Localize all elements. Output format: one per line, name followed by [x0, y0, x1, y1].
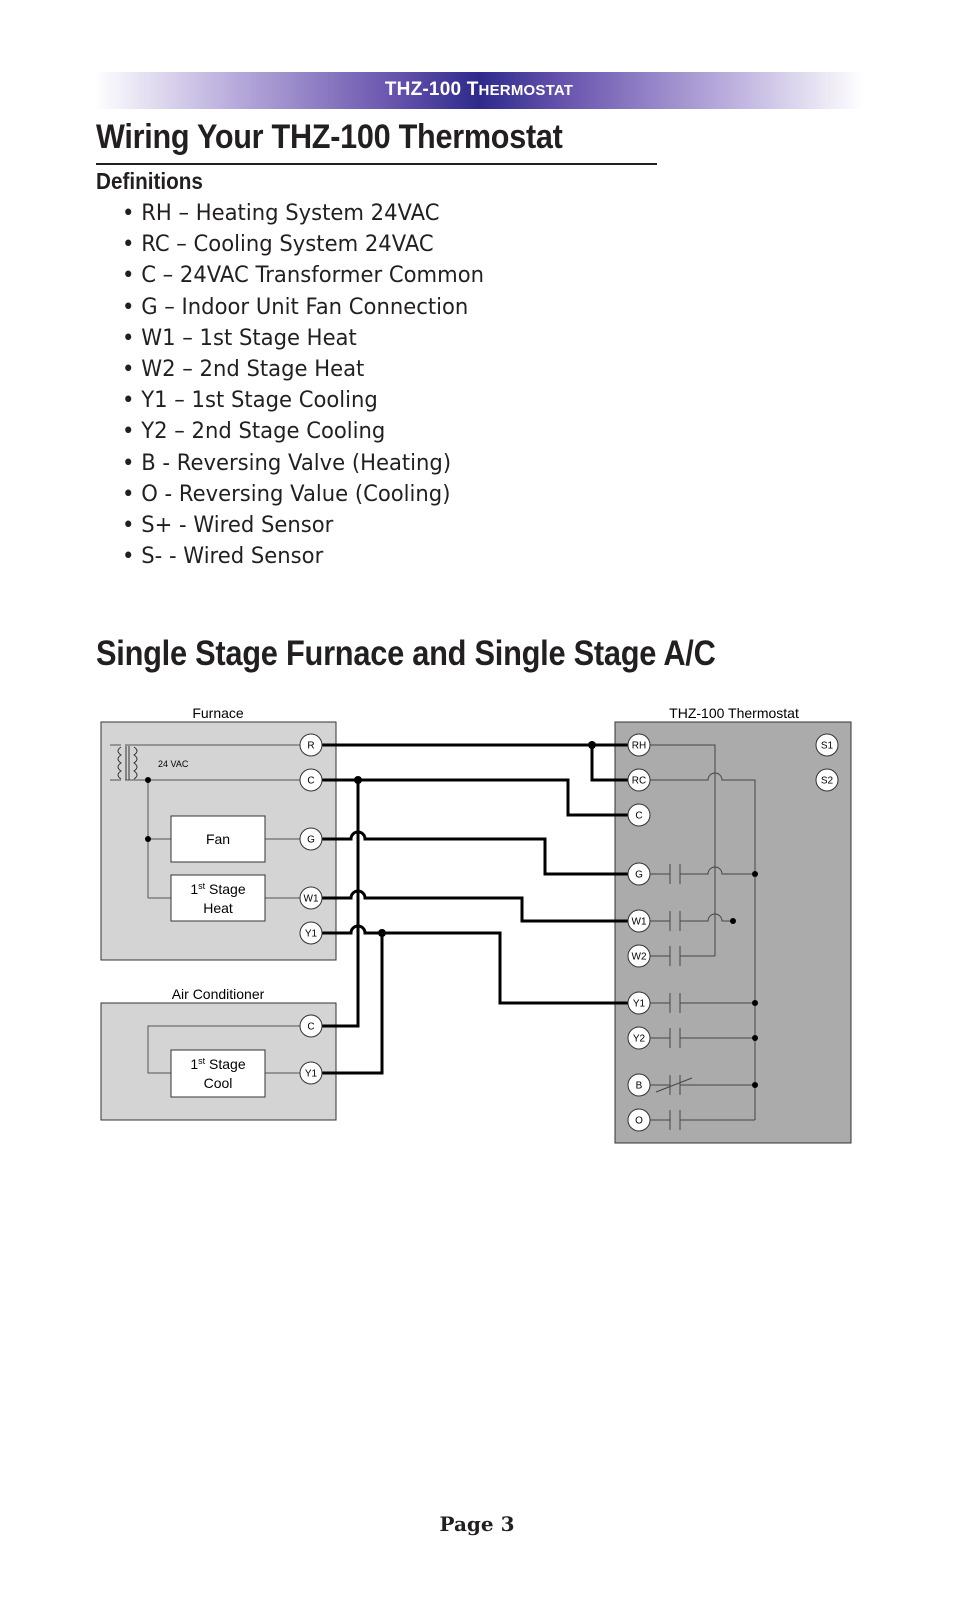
wire-w1	[322, 889, 628, 923]
thermostat-terminal-s2-label: S2	[821, 776, 834, 787]
junction-dot	[752, 1035, 758, 1041]
thermostat-terminal-c-label: C	[635, 811, 642, 822]
fan-label: Fan	[206, 831, 230, 847]
thermostat-terminal-w1-label: W1	[632, 917, 647, 928]
junction-dot	[730, 918, 736, 924]
thermostat-terminal-rh-label: RH	[632, 741, 646, 752]
furnace-terminal-r-label: R	[307, 741, 314, 752]
transformer-label: 24 VAC	[158, 759, 189, 769]
junction-dot	[588, 741, 596, 749]
thermostat-terminal-b-label: B	[636, 1081, 643, 1092]
thermostat-terminal-w2-label: W2	[632, 952, 647, 963]
furnace-label: Furnace	[192, 705, 244, 721]
wire-y1	[322, 924, 628, 1005]
junction-dot	[752, 1000, 758, 1006]
junction-dot	[752, 871, 758, 877]
thermostat-terminal-o-label: O	[635, 1116, 643, 1127]
thermostat-box	[614, 721, 852, 1144]
furnace-terminal-g-label: G	[307, 835, 315, 846]
ac-terminal-y1-label: Y1	[305, 1069, 318, 1080]
wire-g	[322, 830, 628, 876]
cool-label-line2: Cool	[204, 1075, 233, 1091]
field-wiring	[322, 743, 628, 1075]
junction-dot	[752, 1082, 758, 1088]
wire-c	[322, 778, 628, 817]
air-conditioner-label: Air Conditioner	[172, 986, 265, 1002]
junction-dot	[145, 836, 151, 842]
junction-dot	[145, 777, 151, 783]
wiring-diagram: Furnace THZ-100 Thermostat Air Condition…	[100, 705, 852, 1144]
junction-dot	[354, 776, 362, 784]
thermostat-terminal-y1-label: Y1	[633, 999, 646, 1010]
thermostat-label: THZ-100 Thermostat	[669, 705, 799, 721]
junction-dot	[378, 929, 386, 937]
heat-label-line2: Heat	[203, 900, 233, 916]
furnace-terminal-y1-label: Y1	[305, 929, 318, 940]
thermostat-terminal-s1-label: S1	[821, 741, 834, 752]
furnace-terminal-c-label: C	[307, 776, 314, 787]
ac-terminal-c-label: C	[307, 1022, 314, 1033]
page-number: Page 3	[439, 1512, 515, 1536]
furnace-terminal-w1-label: W1	[304, 894, 319, 905]
thermostat-terminal-g-label: G	[635, 870, 643, 881]
thermostat-terminal-rc-label: RC	[632, 776, 646, 787]
thermostat-terminal-y2-label: Y2	[633, 1034, 646, 1045]
